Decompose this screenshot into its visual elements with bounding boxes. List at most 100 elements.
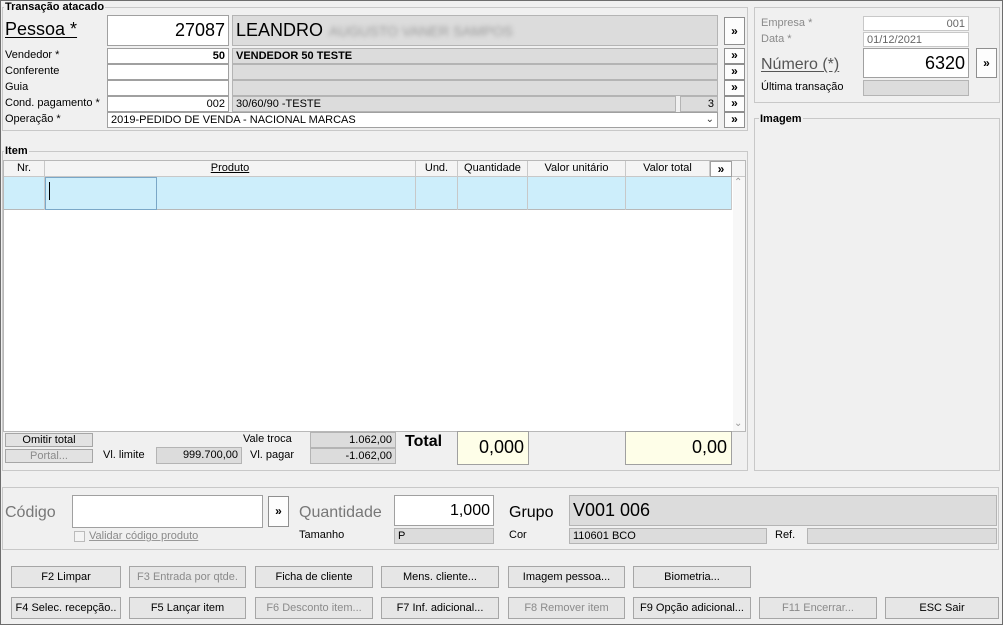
- data-label: Data *: [761, 33, 792, 45]
- item-grid[interactable]: Nr. Produto Und. Quantidade Valor unitár…: [3, 160, 746, 432]
- f2-limpar-button[interactable]: F2 Limpar: [11, 566, 121, 588]
- pessoa-name-text: LEANDRO: [236, 20, 324, 40]
- col-und-header[interactable]: Und.: [416, 161, 458, 177]
- quantidade-label: Quantidade: [299, 504, 382, 521]
- row-quantidade-cell[interactable]: [458, 177, 528, 210]
- codigo-input[interactable]: [72, 495, 263, 528]
- imagem-pessoa-button[interactable]: Imagem pessoa...: [508, 566, 625, 588]
- table-row[interactable]: [4, 177, 732, 210]
- row-nr-cell[interactable]: [4, 177, 45, 210]
- codigo-label: Código: [5, 504, 56, 521]
- total-quantity-field: 0,000: [457, 431, 529, 465]
- row-codigo-cell[interactable]: [45, 177, 157, 210]
- esc-sair-button[interactable]: ESC Sair: [885, 597, 999, 619]
- col-nr-header[interactable]: Nr.: [4, 161, 45, 177]
- vendedor-expand-button[interactable]: »: [724, 48, 745, 64]
- cond-pagamento-count-field: 3: [680, 96, 718, 112]
- numero-label: Número (*): [761, 56, 840, 73]
- vertical-scrollbar[interactable]: ⌃ ⌄: [733, 177, 745, 431]
- empresa-label: Empresa *: [761, 17, 813, 29]
- row-valor-unitario-cell[interactable]: [528, 177, 626, 210]
- empresa-field: 001: [863, 16, 969, 31]
- f6-desconto-item-button[interactable]: F6 Desconto item...: [255, 597, 373, 619]
- f9-opcao-adicional-button[interactable]: F9 Opção adicional...: [633, 597, 751, 619]
- f8-remover-item-button[interactable]: F8 Remover item: [508, 597, 625, 619]
- row-valor-total-cell[interactable]: [626, 177, 732, 210]
- f7-inf-adicional-button[interactable]: F7 Inf. adicional...: [381, 597, 499, 619]
- grupo-field: V001 006: [569, 495, 997, 526]
- col-expand-button[interactable]: »: [710, 161, 732, 177]
- f5-lancar-item-button[interactable]: F5 Lançar item: [129, 597, 246, 619]
- conferente-expand-button[interactable]: »: [724, 64, 745, 80]
- guia-label: Guia: [5, 81, 29, 93]
- cond-pagamento-name-field: 30/60/90 -TESTE: [232, 96, 676, 112]
- tamanho-label: Tamanho: [299, 529, 345, 541]
- imagem-panel: [754, 118, 1000, 471]
- operacao-label: Operação *: [5, 113, 61, 125]
- col-quantidade-header[interactable]: Quantidade: [458, 161, 528, 177]
- pessoa-name-redacted: AUGUSTO VANER SAMPOS: [329, 23, 513, 39]
- conferente-label: Conferente: [5, 65, 60, 77]
- vale-troca-field: 1.062,00: [310, 432, 396, 448]
- ultima-transacao-label: Última transação: [761, 81, 844, 93]
- quantidade-input[interactable]: 1,000: [394, 495, 494, 526]
- operacao-select-value: 2019-PEDIDO DE VENDA - NACIONAL MARCAS: [111, 114, 356, 126]
- guia-name-field: [232, 80, 718, 96]
- scroll-down-icon[interactable]: ⌄: [734, 419, 742, 429]
- pessoa-code-input[interactable]: 27087: [107, 15, 229, 46]
- vendedor-label: Vendedor *: [5, 49, 60, 61]
- col-valor-unitario-header[interactable]: Valor unitário: [528, 161, 626, 177]
- f4-selec-recepcao-button[interactable]: F4 Selec. recepção..: [11, 597, 121, 619]
- conferente-code-input[interactable]: [107, 64, 229, 80]
- cor-field: 110601 BCO: [569, 528, 767, 544]
- cond-pagamento-code-input[interactable]: 002: [107, 96, 229, 112]
- tamanho-field: P: [394, 528, 494, 544]
- item-grid-header: Nr. Produto Und. Quantidade Valor unitár…: [4, 161, 745, 177]
- ref-field: [807, 528, 997, 544]
- total-label: Total: [405, 433, 443, 450]
- vl-pagar-label: Vl. pagar: [250, 449, 295, 461]
- vl-limite-label: Vl. limite: [103, 449, 145, 461]
- f11-encerrar-button[interactable]: F11 Encerrar...: [759, 597, 877, 619]
- transaction-group-title: Transação atacado: [4, 1, 106, 13]
- vl-pagar-field: -1.062,00: [310, 448, 396, 464]
- validar-label: Validar código produto: [89, 530, 199, 542]
- f3-entrada-qtde-button[interactable]: F3 Entrada por qtde.: [129, 566, 246, 588]
- validar-checkbox[interactable]: [74, 531, 85, 542]
- operacao-select[interactable]: 2019-PEDIDO DE VENDA - NACIONAL MARCAS ⌄: [107, 112, 718, 128]
- numero-input[interactable]: 6320: [863, 48, 969, 78]
- mens-cliente-button[interactable]: Mens. cliente...: [381, 566, 499, 588]
- total-value-field: 0,00: [625, 431, 732, 465]
- cor-label: Cor: [509, 529, 527, 541]
- numero-expand-button[interactable]: »: [976, 48, 997, 78]
- chevron-down-icon: ⌄: [705, 114, 714, 125]
- imagem-title: Imagem: [759, 113, 803, 125]
- text-cursor: [49, 182, 50, 200]
- vendedor-name-field: VENDEDOR 50 TESTE: [232, 48, 718, 64]
- row-und-cell[interactable]: [416, 177, 458, 210]
- operacao-expand-button[interactable]: »: [724, 112, 745, 128]
- scroll-up-icon[interactable]: ⌃: [734, 178, 742, 188]
- pessoa-name-field: LEANDRO AUGUSTO VANER SAMPOS: [232, 15, 718, 46]
- item-group-title: Item: [4, 145, 29, 157]
- cond-pagamento-expand-button[interactable]: »: [724, 96, 745, 112]
- row-produto-cell[interactable]: [157, 177, 416, 210]
- grupo-label: Grupo: [509, 504, 554, 521]
- pessoa-label: Pessoa *: [5, 19, 78, 39]
- guia-code-input[interactable]: [107, 80, 229, 96]
- biometria-button[interactable]: Biometria...: [633, 566, 751, 588]
- data-field: 01/12/2021: [863, 32, 969, 47]
- portal-button[interactable]: Portal...: [5, 449, 93, 463]
- col-produto-header[interactable]: Produto: [45, 161, 416, 177]
- pessoa-expand-button[interactable]: »: [724, 17, 745, 45]
- ficha-cliente-button[interactable]: Ficha de cliente: [255, 566, 373, 588]
- vendedor-code-input[interactable]: 50: [107, 48, 229, 64]
- vl-limite-field: 999.700,00: [156, 447, 242, 464]
- omitir-total-button[interactable]: Omitir total: [5, 433, 93, 447]
- guia-expand-button[interactable]: »: [724, 80, 745, 96]
- ultima-transacao-field: [863, 80, 969, 96]
- col-valor-total-header[interactable]: Valor total: [626, 161, 710, 177]
- cond-pagamento-label: Cond. pagamento *: [5, 97, 100, 109]
- codigo-expand-button[interactable]: »: [268, 496, 289, 527]
- ref-label: Ref.: [775, 529, 796, 541]
